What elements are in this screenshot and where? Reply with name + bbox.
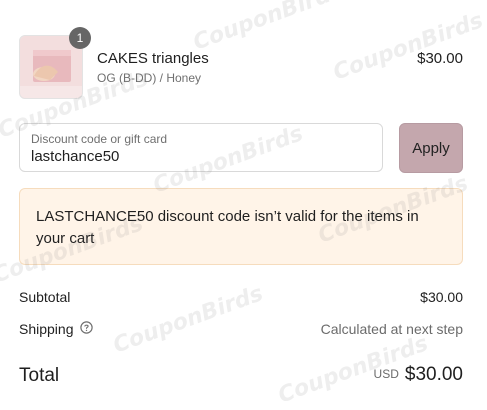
discount-field-label: Discount code or gift card <box>31 132 168 146</box>
checkout-order-summary: 1 CAKES triangles OG (B-DD) / Honey $30.… <box>0 0 487 410</box>
help-circle-icon[interactable] <box>79 321 93 337</box>
discount-error-message: LASTCHANCE50 discount code isn’t valid f… <box>36 208 419 247</box>
discount-error-banner: LASTCHANCE50 discount code isn’t valid f… <box>19 188 463 265</box>
watermark: CouponBirds <box>110 281 267 359</box>
shipping-label: Shipping <box>19 321 74 337</box>
shipping-label-group: Shipping <box>19 321 93 337</box>
apply-discount-button[interactable]: Apply <box>399 123 463 173</box>
subtotal-label: Subtotal <box>19 289 71 305</box>
discount-code-input[interactable] <box>31 148 361 165</box>
product-name: CAKES triangles <box>97 50 209 67</box>
total-value-group: USD $30.00 <box>374 364 463 386</box>
quantity-badge: 1 <box>69 27 91 49</box>
line-item: 1 CAKES triangles OG (B-DD) / Honey $30.… <box>19 27 463 99</box>
shipping-value: Calculated at next step <box>320 321 463 337</box>
total-amount: $30.00 <box>404 364 463 385</box>
total-label: Total <box>19 365 60 386</box>
currency-code: USD <box>373 367 399 381</box>
product-thumbnail: 1 <box>19 27 91 99</box>
product-variant: OG (B-DD) / Honey <box>97 71 202 85</box>
discount-code-field[interactable]: Discount code or gift card <box>19 123 383 172</box>
subtotal-value: $30.00 <box>420 289 463 305</box>
product-price: $30.00 <box>417 50 463 67</box>
